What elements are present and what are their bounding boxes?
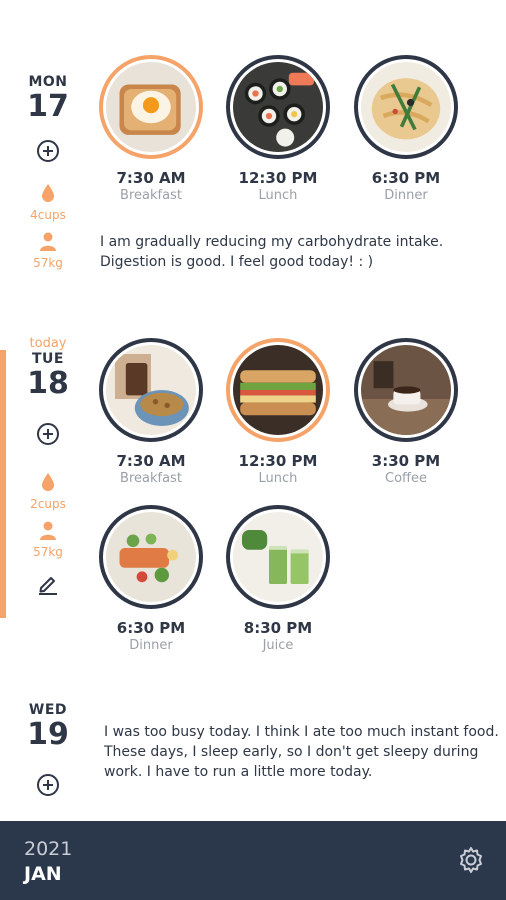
day-of-week: MON (28, 74, 68, 90)
person-icon (40, 521, 56, 540)
meal-photo-ring[interactable] (226, 505, 330, 609)
day-number: 19 (27, 717, 69, 752)
meal-label: Lunch (258, 188, 298, 203)
weight-value: 57kg (33, 545, 63, 559)
meal-card[interactable]: 12:30 PM Lunch (213, 55, 343, 203)
meal-time: 12:30 PM (238, 169, 318, 187)
day-of-week: WED (28, 702, 68, 718)
water-drop-icon (42, 184, 54, 202)
meal-card[interactable]: 6:30 PM Dinner (86, 505, 216, 653)
meal-photo-ring[interactable] (99, 338, 203, 442)
add-meal-button[interactable] (37, 423, 59, 445)
granola-photo (106, 345, 196, 435)
day-number: 17 (27, 89, 69, 124)
meal-photo-ring[interactable] (226, 55, 330, 159)
settings-gear-icon[interactable] (456, 845, 486, 875)
meal-time: 12:30 PM (238, 452, 318, 470)
month-label[interactable]: JAN (24, 863, 62, 885)
edit-pencil-icon[interactable] (37, 573, 59, 595)
salmon-salad-photo (106, 512, 196, 602)
weight-value: 57kg (33, 256, 63, 270)
meal-time: 7:30 AM (116, 452, 186, 470)
person-icon (40, 232, 56, 251)
day-note: I am gradually reducing my carbohydrate … (100, 234, 444, 270)
year-label[interactable]: 2021 (24, 838, 72, 860)
water-stat: 4cups (0, 183, 96, 222)
weight-stat: 57kg (0, 520, 96, 559)
water-value: 2cups (30, 497, 66, 511)
meal-card[interactable]: 7:30 AM Breakfast (86, 338, 216, 486)
meal-label: Coffee (385, 471, 427, 486)
sushi-photo (233, 62, 323, 152)
add-meal-button[interactable] (37, 774, 59, 796)
meal-label: Breakfast (120, 471, 182, 486)
meal-label: Juice (262, 638, 294, 653)
bottom-bar: 2021 JAN (0, 821, 506, 900)
water-stat: 2cups (0, 472, 96, 511)
meal-time: 8:30 PM (243, 619, 313, 637)
day-header-mon: MON 17 (0, 74, 96, 124)
meal-photo-ring[interactable] (226, 338, 330, 442)
meal-photo-ring[interactable] (354, 55, 458, 159)
meal-card[interactable]: 12:30 PM Lunch (213, 338, 343, 486)
day-header-wed: WED 19 (0, 702, 96, 752)
meal-label: Dinner (129, 638, 173, 653)
weight-stat: 57kg (0, 231, 96, 270)
meal-label: Lunch (258, 471, 298, 486)
meal-label: Dinner (384, 188, 428, 203)
day-header-tue: today TUE 18 (0, 336, 96, 401)
today-label: today (29, 336, 67, 351)
meal-time: 3:30 PM (371, 452, 441, 470)
meal-photo-ring[interactable] (99, 505, 203, 609)
day-note: I was too busy today. I think I ate too … (104, 724, 499, 780)
water-drop-icon (42, 473, 54, 491)
day-of-week: TUE (32, 351, 64, 367)
day-number: 18 (27, 366, 69, 401)
meal-label: Breakfast (120, 188, 182, 203)
add-meal-button[interactable] (37, 140, 59, 162)
water-value: 4cups (30, 208, 66, 222)
meal-card[interactable]: 3:30 PM Coffee (341, 338, 471, 486)
egg-toast-photo (106, 62, 196, 152)
meal-card[interactable]: 7:30 AM Breakfast (86, 55, 216, 203)
meal-time: 6:30 PM (116, 619, 186, 637)
meal-photo-ring[interactable] (99, 55, 203, 159)
pasta-photo (361, 62, 451, 152)
meal-photo-ring[interactable] (354, 338, 458, 442)
meal-time: 7:30 AM (116, 169, 186, 187)
meal-card[interactable]: 8:30 PM Juice (213, 505, 343, 653)
meal-card[interactable]: 6:30 PM Dinner (341, 55, 471, 203)
sandwich-photo (233, 345, 323, 435)
green-juice-photo (233, 512, 323, 602)
coffee-photo (361, 345, 451, 435)
meal-time: 6:30 PM (371, 169, 441, 187)
